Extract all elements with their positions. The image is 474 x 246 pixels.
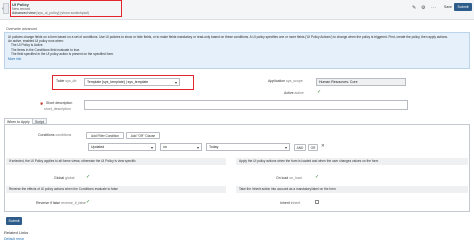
- onload-label-dim: on_load: [289, 176, 302, 180]
- related-links-title: Related Links: [4, 230, 29, 235]
- table-label: Table sys_db: [56, 79, 76, 83]
- more-info-link[interactable]: More info: [8, 57, 466, 61]
- highlight-box-header: [10, 0, 122, 17]
- active-label: Active active: [284, 91, 304, 95]
- application-field: Human Resources: Core: [316, 78, 406, 86]
- inherit-label: Inherit inherit: [280, 201, 300, 205]
- condition-field-value: Updated: [91, 145, 105, 149]
- activity-icon[interactable]: ⚙: [421, 5, 425, 11]
- chevron-down-icon: ▾: [174, 80, 177, 85]
- info-message: UI policies change fields on a form base…: [4, 32, 470, 69]
- remove-condition-icon[interactable]: ✕: [321, 143, 325, 149]
- inherit-checkbox[interactable]: [315, 200, 319, 204]
- or-button[interactable]: OR: [308, 143, 318, 151]
- section-label: Overwrite advanced: [6, 27, 38, 31]
- global-checkbox[interactable]: ✓: [86, 174, 90, 180]
- condition-operator-value: on: [163, 145, 167, 149]
- onload-checkbox[interactable]: ✓: [315, 174, 319, 180]
- info-line: UI policies change fields on a form base…: [8, 34, 448, 39]
- application-label-dim: sys_scope: [286, 79, 303, 83]
- conditions-label-dim: conditions: [55, 133, 72, 137]
- application-label: Application sys_scope: [268, 79, 303, 83]
- reverse-if-false-label-dim: reverse_if_false: [61, 201, 86, 205]
- table-label-text: Table: [56, 79, 65, 83]
- inherit-label-text: Inherit: [280, 201, 290, 205]
- condition-date-value: Today: [209, 145, 219, 149]
- reverse-help-band: Reverse the effects of UI policy actions…: [6, 186, 226, 193]
- related-link-default-rerun[interactable]: Default rerun: [4, 237, 24, 241]
- submit-button-top[interactable]: Submit: [454, 3, 472, 11]
- active-checkbox[interactable]: ✓: [317, 89, 321, 95]
- add-filter-condition-button[interactable]: Add Filter Condition: [86, 132, 124, 139]
- conditions-label-text: Conditions: [38, 133, 55, 137]
- short-description-label-text: Short description: [46, 101, 73, 105]
- global-label: Global global: [54, 176, 74, 180]
- inherit-help-band: Take the Inherit action into account as …: [236, 186, 468, 193]
- chevron-down-icon: ▾: [150, 145, 153, 150]
- global-label-text: Global: [54, 176, 65, 180]
- when-to-apply-panel: [4, 124, 470, 212]
- condition-date-select[interactable]: Today ▾: [206, 143, 290, 151]
- active-label-text: Active: [284, 91, 294, 95]
- conditions-label: Conditions conditions: [38, 133, 71, 137]
- application-label-text: Application: [268, 79, 286, 83]
- chevron-down-icon: ▾: [196, 145, 199, 150]
- table-label-dim: sys_db: [65, 79, 77, 83]
- reverse-if-false-label: Reverse if false reverse_if_false: [36, 201, 86, 205]
- short-description-dim: short_description: [44, 107, 71, 111]
- short-description-input[interactable]: [84, 100, 408, 110]
- submit-button-bottom[interactable]: Submit: [6, 217, 22, 225]
- attachment-icon[interactable]: ✎: [412, 5, 416, 11]
- more-options-icon[interactable]: ⋯: [431, 5, 436, 11]
- short-description-dim-text: short_description: [44, 107, 71, 111]
- active-label-dim: active: [294, 91, 304, 95]
- condition-field-select[interactable]: Updated ▾: [88, 143, 156, 151]
- form-header: ‹ UI Policy New record Advanced view [sy…: [0, 0, 474, 20]
- short-description-label: Short description: [46, 101, 72, 105]
- onload-label-text: On load: [276, 176, 289, 180]
- table-select-value: Template [sys_template] | sys_template: [87, 80, 149, 84]
- table-select[interactable]: Template [sys_template] | sys_template ▾: [84, 78, 180, 86]
- and-button[interactable]: AND: [294, 143, 306, 151]
- save-button[interactable]: Save: [444, 5, 452, 9]
- back-chevron-icon[interactable]: ‹: [2, 6, 4, 12]
- mandatory-star-icon: ✱: [40, 101, 44, 106]
- global-help-band: If selected, the UI Policy applies to al…: [6, 158, 226, 165]
- inherit-label-dim: inherit: [290, 201, 301, 205]
- reverse-if-false-checkbox[interactable]: ✓: [86, 199, 90, 205]
- condition-operator-select[interactable]: on ▾: [160, 143, 202, 151]
- onload-help-band: Apply the UI policy actions when the for…: [236, 158, 468, 165]
- onload-label: On load on_load: [276, 176, 302, 180]
- reverse-if-false-label-text: Reverse if false: [36, 201, 61, 205]
- add-or-clause-button[interactable]: Add "OR" Clause: [126, 132, 160, 139]
- chevron-down-icon: ▾: [284, 145, 287, 150]
- global-label-dim: global: [65, 176, 75, 180]
